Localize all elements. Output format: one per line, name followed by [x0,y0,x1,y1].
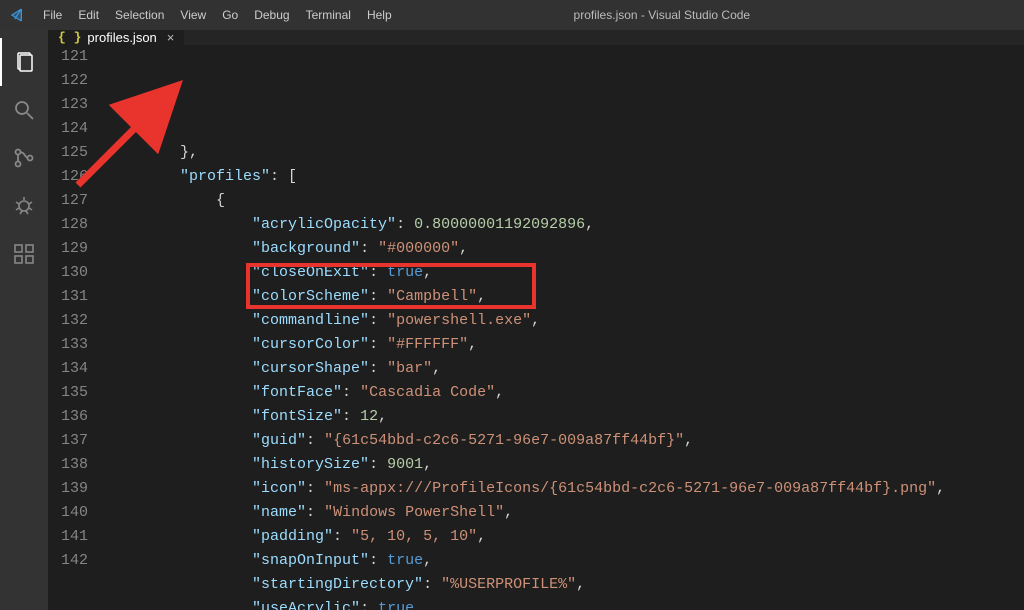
line-number: 130 [48,261,88,285]
code-line[interactable]: "fontFace": "Cascadia Code", [108,381,1024,405]
line-number: 124 [48,117,88,141]
code-line[interactable]: "guid": "{61c54bbd-c2c6-5271-96e7-009a87… [108,429,1024,453]
menu-help[interactable]: Help [359,0,400,30]
close-icon[interactable]: × [167,30,175,45]
code-line[interactable]: "historySize": 9001, [108,453,1024,477]
line-number: 138 [48,453,88,477]
line-number: 128 [48,213,88,237]
code-line[interactable]: "closeOnExit": true, [108,261,1024,285]
code-line[interactable]: }, [108,141,1024,165]
line-number: 135 [48,381,88,405]
code-line[interactable]: "cursorShape": "bar", [108,357,1024,381]
line-number: 123 [48,93,88,117]
activity-bar [0,30,48,610]
tab-profiles-json[interactable]: { } profiles.json × [48,30,185,45]
menu-file[interactable]: File [35,0,70,30]
code-line[interactable]: "padding": "5, 10, 5, 10", [108,525,1024,549]
window-title: profiles.json - Visual Studio Code [400,8,1024,22]
line-number: 132 [48,309,88,333]
line-number: 127 [48,189,88,213]
code-line[interactable]: "profiles": [ [108,165,1024,189]
menu-selection[interactable]: Selection [107,0,172,30]
code-line[interactable]: "useAcrylic": true [108,597,1024,610]
line-number: 126 [48,165,88,189]
line-number: 122 [48,69,88,93]
code-line[interactable]: "acrylicOpacity": 0.80000001192092896, [108,213,1024,237]
vscode-logo-icon [0,7,35,23]
line-number: 125 [48,141,88,165]
code-line[interactable]: { [108,189,1024,213]
line-number: 136 [48,405,88,429]
menu-view[interactable]: View [172,0,214,30]
line-number: 133 [48,333,88,357]
line-number: 129 [48,237,88,261]
extensions-icon[interactable] [0,230,48,278]
tab-label: profiles.json [87,30,156,45]
code-lines[interactable]: }, "profiles": [ { "acrylicOpacity": 0.8… [108,45,1024,610]
code-line[interactable]: "icon": "ms-appx:///ProfileIcons/{61c54b… [108,477,1024,501]
code-line[interactable]: "colorScheme": "Campbell", [108,285,1024,309]
line-number-gutter: 1211221231241251261271281291301311321331… [48,45,108,610]
code-line[interactable]: "name": "Windows PowerShell", [108,501,1024,525]
debug-icon[interactable] [0,182,48,230]
line-number: 140 [48,501,88,525]
menu-go[interactable]: Go [214,0,246,30]
code-line[interactable]: "startingDirectory": "%USERPROFILE%", [108,573,1024,597]
line-number: 139 [48,477,88,501]
code-line[interactable]: "snapOnInput": true, [108,549,1024,573]
code-line[interactable]: "fontSize": 12, [108,405,1024,429]
line-number: 121 [48,45,88,69]
menu-bar: File Edit Selection View Go Debug Termin… [35,0,400,30]
search-icon[interactable] [0,86,48,134]
menu-terminal[interactable]: Terminal [298,0,359,30]
tab-bar: { } profiles.json × [48,30,1024,45]
code-line[interactable]: "background": "#000000", [108,237,1024,261]
line-number: 142 [48,549,88,573]
json-file-icon: { } [58,30,81,45]
line-number: 141 [48,525,88,549]
title-bar: File Edit Selection View Go Debug Termin… [0,0,1024,30]
menu-debug[interactable]: Debug [246,0,297,30]
line-number: 131 [48,285,88,309]
explorer-icon[interactable] [0,38,48,86]
menu-edit[interactable]: Edit [70,0,107,30]
source-control-icon[interactable] [0,134,48,182]
code-line[interactable]: "commandline": "powershell.exe", [108,309,1024,333]
code-line[interactable]: "cursorColor": "#FFFFFF", [108,333,1024,357]
code-editor[interactable]: 1211221231241251261271281291301311321331… [48,45,1024,610]
line-number: 137 [48,429,88,453]
line-number: 134 [48,357,88,381]
